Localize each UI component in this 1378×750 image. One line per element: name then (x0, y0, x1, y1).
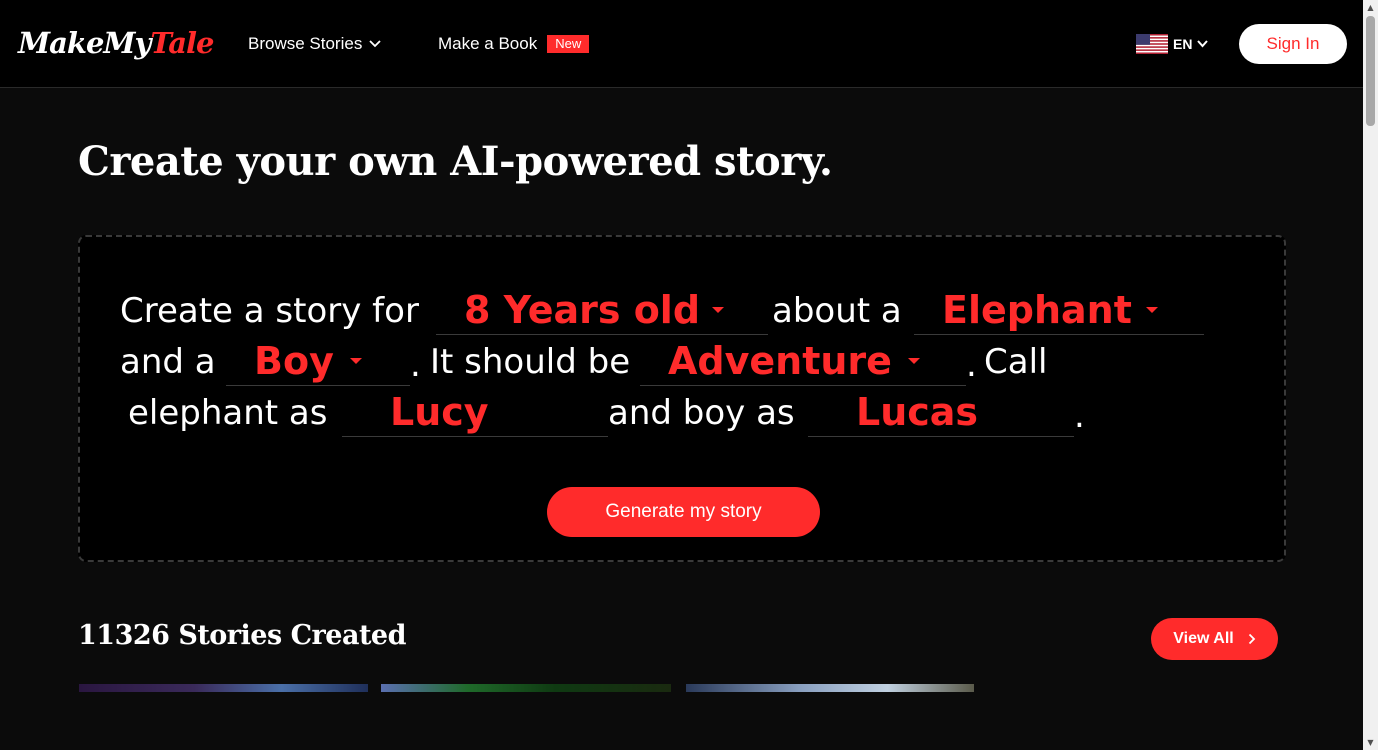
nav-browse-label: Browse Stories (248, 34, 363, 53)
top-header: MakeMyTale Browse Stories Make a Book Ne… (0, 0, 1363, 88)
story-builder-panel: Create a story for 8 Years old about a E… (78, 235, 1286, 562)
caret-down-icon (712, 307, 724, 313)
genre-value: Adventure (668, 339, 892, 383)
chevron-down-icon (1197, 40, 1209, 48)
sentence-text: Create a story for (120, 291, 419, 331)
nav-make-label: Make a Book (438, 34, 538, 53)
genre-select[interactable]: Adventure (640, 338, 966, 386)
language-selector[interactable]: EN (1136, 34, 1209, 54)
scrollbar-thumb[interactable] (1366, 16, 1375, 126)
sentence-text: . (966, 345, 977, 385)
animal-select[interactable]: Elephant (914, 287, 1204, 335)
child-name-input[interactable]: Lucas (808, 389, 1074, 437)
caret-down-icon (350, 358, 362, 364)
gender-value: Boy (254, 339, 334, 383)
sentence-text: It should be (430, 342, 631, 382)
view-all-button[interactable]: View All (1151, 618, 1278, 660)
sentence-text: elephant as (128, 393, 328, 433)
animal-value: Elephant (942, 288, 1132, 332)
caret-down-icon (1146, 307, 1158, 313)
sign-in-button[interactable]: Sign In (1239, 24, 1347, 64)
age-select[interactable]: 8 Years old (436, 287, 768, 335)
logo-text-makemy: MakeMy (18, 26, 151, 60)
view-all-label: View All (1173, 630, 1234, 647)
chevron-right-icon (1248, 633, 1256, 645)
logo[interactable]: MakeMyTale (18, 26, 214, 60)
age-value: 8 Years old (464, 288, 701, 332)
page-title: Create your own AI-powered story. (78, 138, 833, 185)
sentence-text: about a (772, 291, 902, 331)
story-thumbnail[interactable] (79, 684, 368, 692)
nav-make-a-book[interactable]: Make a Book New (438, 34, 590, 54)
stories-count-heading: 11326 Stories Created (78, 620, 407, 651)
scroll-up-icon[interactable]: ▲ (1363, 0, 1378, 15)
animal-name-value: Lucy (390, 390, 489, 434)
sentence-text: and a (120, 342, 216, 382)
sentence-text: . (410, 345, 421, 385)
story-thumbnail[interactable] (381, 684, 671, 692)
child-name-value: Lucas (856, 390, 979, 434)
sentence-text: Call (984, 342, 1048, 382)
logo-text-tale: Tale (150, 26, 214, 60)
chevron-down-icon (369, 40, 381, 48)
nav-browse-stories[interactable]: Browse Stories (248, 34, 381, 54)
caret-down-icon (908, 358, 920, 364)
page-scrollbar[interactable]: ▲ ▼ (1363, 0, 1378, 750)
story-thumbnail[interactable] (686, 684, 974, 692)
new-badge: New (547, 35, 590, 53)
gender-select[interactable]: Boy (226, 338, 410, 386)
scroll-down-icon[interactable]: ▼ (1363, 735, 1378, 750)
generate-story-button[interactable]: Generate my story (547, 487, 820, 537)
us-flag-icon (1136, 34, 1168, 54)
language-label: EN (1173, 36, 1193, 52)
sentence-text: . (1074, 396, 1085, 436)
animal-name-input[interactable]: Lucy (342, 389, 608, 437)
sentence-text: and boy as (608, 393, 795, 433)
